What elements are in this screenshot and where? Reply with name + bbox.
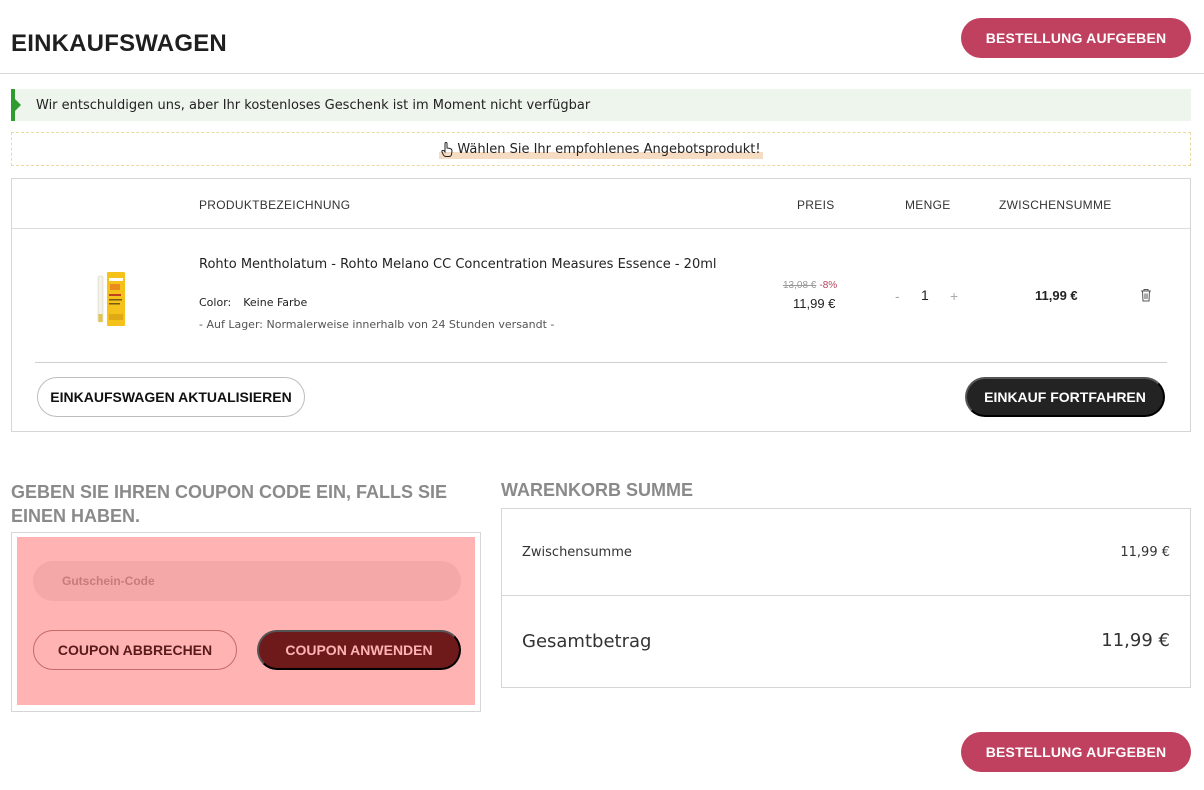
quantity-value[interactable]: 1 (921, 287, 929, 303)
apply-coupon-button[interactable]: COUPON ANWENDEN (257, 630, 461, 670)
continue-shopping-button[interactable]: EINKAUF FORTFAHREN (965, 377, 1165, 417)
column-header-subtotal: ZWISCHENSUMME (999, 198, 1112, 212)
product-color-label: Color: (199, 296, 232, 309)
product-color: Color: Keine Farbe (199, 296, 307, 309)
column-header-price: PREIS (797, 198, 835, 212)
cart-table: PRODUKTBEZEICHNUNG PREIS MENGE ZWISCHENS… (11, 178, 1191, 432)
cart-summary-heading: WARENKORB SUMME (501, 480, 693, 500)
cart-actions-divider (35, 362, 1167, 363)
unit-price: 11,99 € (793, 296, 836, 311)
product-image[interactable] (95, 270, 131, 328)
product-color-value: Keine Farbe (243, 296, 308, 309)
update-cart-button[interactable]: EINKAUFSWAGEN AKTUALISIEREN (37, 377, 305, 417)
page-title: EINKAUFSWAGEN (11, 30, 227, 57)
summary-subtotal-value: 11,99 € (1120, 545, 1170, 560)
notice-arrow-icon (15, 99, 21, 111)
offer-label[interactable]: Wählen Sie Ihr empfohlenes Angebotsprodu… (439, 141, 763, 159)
offer-text: Wählen Sie Ihr empfohlenes Angebotsprodu… (457, 141, 761, 157)
coupon-heading: GEBEN SIE IHREN COUPON CODE EIN, FALLS S… (11, 482, 448, 526)
summary-total-label: Gesamtbetrag (522, 631, 652, 652)
column-header-quantity: MENGE (905, 198, 951, 212)
trash-icon[interactable] (1140, 288, 1152, 302)
quantity-increase-button[interactable]: + (950, 288, 958, 304)
product-name-link[interactable]: Rohto Mentholatum - Rohto Melano CC Conc… (199, 256, 719, 274)
discount-badge: -8% (819, 280, 838, 291)
strikethrough-price: 13,08 € (783, 280, 817, 291)
stock-status: - Auf Lager: Normalerweise innerhalb von… (199, 318, 555, 331)
row-subtotal: 11,99 € (1035, 288, 1078, 303)
notice-text: Wir entschuldigen uns, aber Ihr kostenlo… (36, 97, 591, 113)
header-row-divider (12, 228, 1190, 229)
summary-divider (502, 595, 1190, 596)
summary-subtotal-label: Zwischensumme (522, 545, 632, 560)
place-order-button-bottom[interactable]: BESTELLUNG AUFGEBEN (961, 732, 1191, 772)
column-header-product: PRODUKTBEZEICHNUNG (199, 198, 351, 212)
pointer-hand-icon (441, 141, 453, 157)
summary-total-value: 11,99 € (1101, 630, 1170, 651)
header-divider (0, 73, 1204, 74)
gift-unavailable-notice: Wir entschuldigen uns, aber Ihr kostenlo… (11, 89, 1191, 121)
place-order-button-top[interactable]: BESTELLUNG AUFGEBEN (961, 18, 1191, 58)
coupon-code-input[interactable] (33, 561, 461, 601)
cart-summary-panel: Zwischensumme 11,99 € Gesamtbetrag 11,99… (501, 508, 1191, 688)
coupon-form: COUPON ABBRECHEN COUPON ANWENDEN (17, 537, 475, 705)
quantity-decrease-button[interactable]: - (895, 288, 900, 304)
original-price: 13,08 € -8% (783, 280, 837, 291)
coupon-panel: COUPON ABBRECHEN COUPON ANWENDEN (11, 532, 481, 712)
offer-product-banner[interactable]: Wählen Sie Ihr empfohlenes Angebotsprodu… (11, 132, 1191, 166)
cancel-coupon-button[interactable]: COUPON ABBRECHEN (33, 630, 237, 670)
